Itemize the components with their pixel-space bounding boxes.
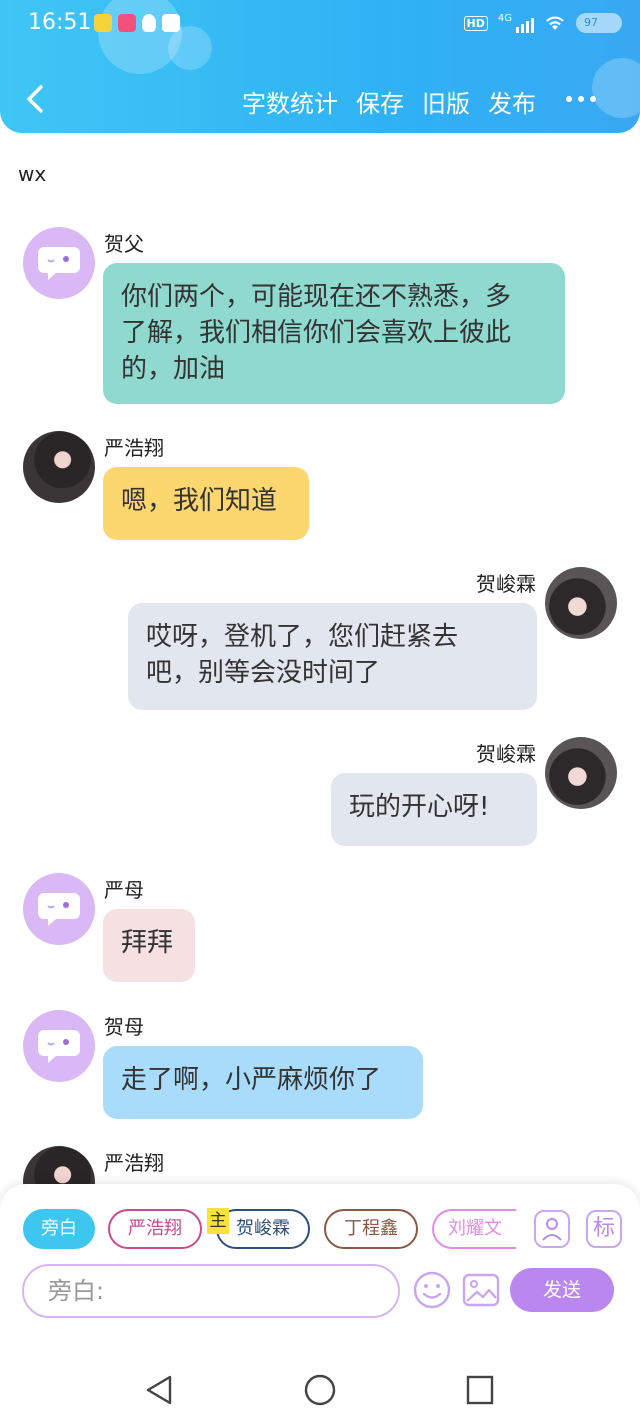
nav-back-icon[interactable]	[144, 1374, 174, 1406]
nav-recents-icon[interactable]	[466, 1375, 494, 1405]
message-text: 了解，我们相信你们会喜欢上彼此	[121, 318, 512, 348]
save-button[interactable]: 保存	[356, 84, 404, 119]
bag-icon	[162, 14, 180, 32]
main-role-badge: 主	[207, 1208, 229, 1234]
role-chip[interactable]: 刘耀文	[432, 1209, 516, 1249]
image-icon[interactable]	[461, 1270, 501, 1310]
status-time: 16:51	[28, 10, 92, 35]
message-text: 吧，别等会没时间了	[146, 658, 381, 688]
message-text: 哎呀，登机了，您们赶紧去	[146, 622, 459, 652]
message-text: 拜拜	[121, 928, 174, 958]
avatar[interactable]	[23, 1010, 95, 1082]
avatar[interactable]	[23, 431, 95, 503]
sender-name: 贺峻霖	[476, 572, 536, 596]
emoji-icon[interactable]	[412, 1270, 452, 1310]
chat-bubble-icon	[38, 247, 80, 280]
decor-bubble	[592, 58, 640, 118]
system-nav-bar	[0, 1352, 640, 1427]
publish-button[interactable]: 发布	[488, 84, 536, 119]
message-bubble[interactable]: 哎呀，登机了，您们赶紧去 吧，别等会没时间了	[128, 603, 537, 710]
message-bubble[interactable]: 嗯，我们知道	[103, 467, 309, 540]
network-type: 4G	[497, 13, 512, 24]
status-bar: 16:51 HD 4G 97	[0, 0, 640, 50]
message-text: 走了啊，小严麻烦你了	[121, 1065, 382, 1095]
app-notification-icon	[118, 14, 136, 32]
role-chip[interactable]: 严浩翔	[108, 1209, 202, 1249]
role-chip[interactable]: 贺峻霖	[216, 1209, 310, 1249]
sender-name: 严母	[104, 878, 144, 902]
role-chip-narration[interactable]: 旁白	[23, 1209, 95, 1249]
wifi-icon	[546, 16, 564, 30]
message-bubble[interactable]: 走了啊，小严麻烦你了	[103, 1046, 423, 1119]
message-input[interactable]: 旁白:	[22, 1264, 400, 1318]
message-bubble[interactable]: 玩的开心呀!	[331, 773, 537, 846]
avatar[interactable]	[545, 567, 617, 639]
sender-name: 贺父	[104, 232, 144, 256]
send-button[interactable]: 发送	[510, 1268, 614, 1312]
sender-name: 严浩翔	[104, 436, 164, 460]
qq-icon	[142, 14, 156, 32]
message-text: 嗯，我们知道	[121, 486, 278, 516]
old-version-button[interactable]: 旧版	[422, 84, 470, 119]
avatar[interactable]	[23, 873, 95, 945]
more-options-icon[interactable]	[566, 96, 596, 102]
message-text: 你们两个，可能现在还不熟悉，多	[121, 282, 512, 312]
word-count-button[interactable]: 字数统计	[242, 84, 338, 119]
app-notification-icon	[94, 14, 112, 32]
sender-name: 严浩翔	[104, 1151, 164, 1175]
sender-name: 贺母	[104, 1015, 144, 1039]
header-actions: 字数统计 保存 旧版 发布	[242, 84, 536, 119]
hd-icon: HD	[463, 15, 488, 31]
top-header: 16:51 HD 4G 97 字数统计 保存 旧版 发布	[0, 0, 640, 133]
back-arrow-icon[interactable]	[24, 84, 46, 114]
nav-home-icon[interactable]	[304, 1374, 336, 1406]
role-chip[interactable]: 丁程鑫	[324, 1209, 418, 1249]
message-text: 的，加油	[121, 354, 226, 384]
sender-name: 贺峻霖	[476, 742, 536, 766]
tag-button[interactable]: 标	[586, 1210, 622, 1248]
notification-icons	[94, 14, 180, 32]
chat-title: wx	[18, 162, 47, 186]
chat-bubble-icon	[38, 893, 80, 926]
battery-level: 97	[584, 16, 598, 29]
app-screen: 16:51 HD 4G 97 字数统计 保存 旧版 发布 wx 贺父 你们两个，…	[0, 0, 640, 1427]
status-right: HD 4G 97	[463, 13, 622, 33]
battery-icon: 97	[576, 13, 622, 33]
message-bubble[interactable]: 拜拜	[103, 909, 195, 982]
person-icon	[542, 1218, 562, 1241]
signal-icon: 4G	[498, 13, 534, 33]
avatar[interactable]	[545, 737, 617, 809]
message-text: 玩的开心呀!	[349, 792, 490, 822]
chat-bubble-icon	[38, 1030, 80, 1063]
add-role-button[interactable]	[534, 1210, 570, 1248]
avatar[interactable]	[23, 227, 95, 299]
message-bubble[interactable]: 你们两个，可能现在还不熟悉，多 了解，我们相信你们会喜欢上彼此 的，加油	[103, 263, 565, 404]
